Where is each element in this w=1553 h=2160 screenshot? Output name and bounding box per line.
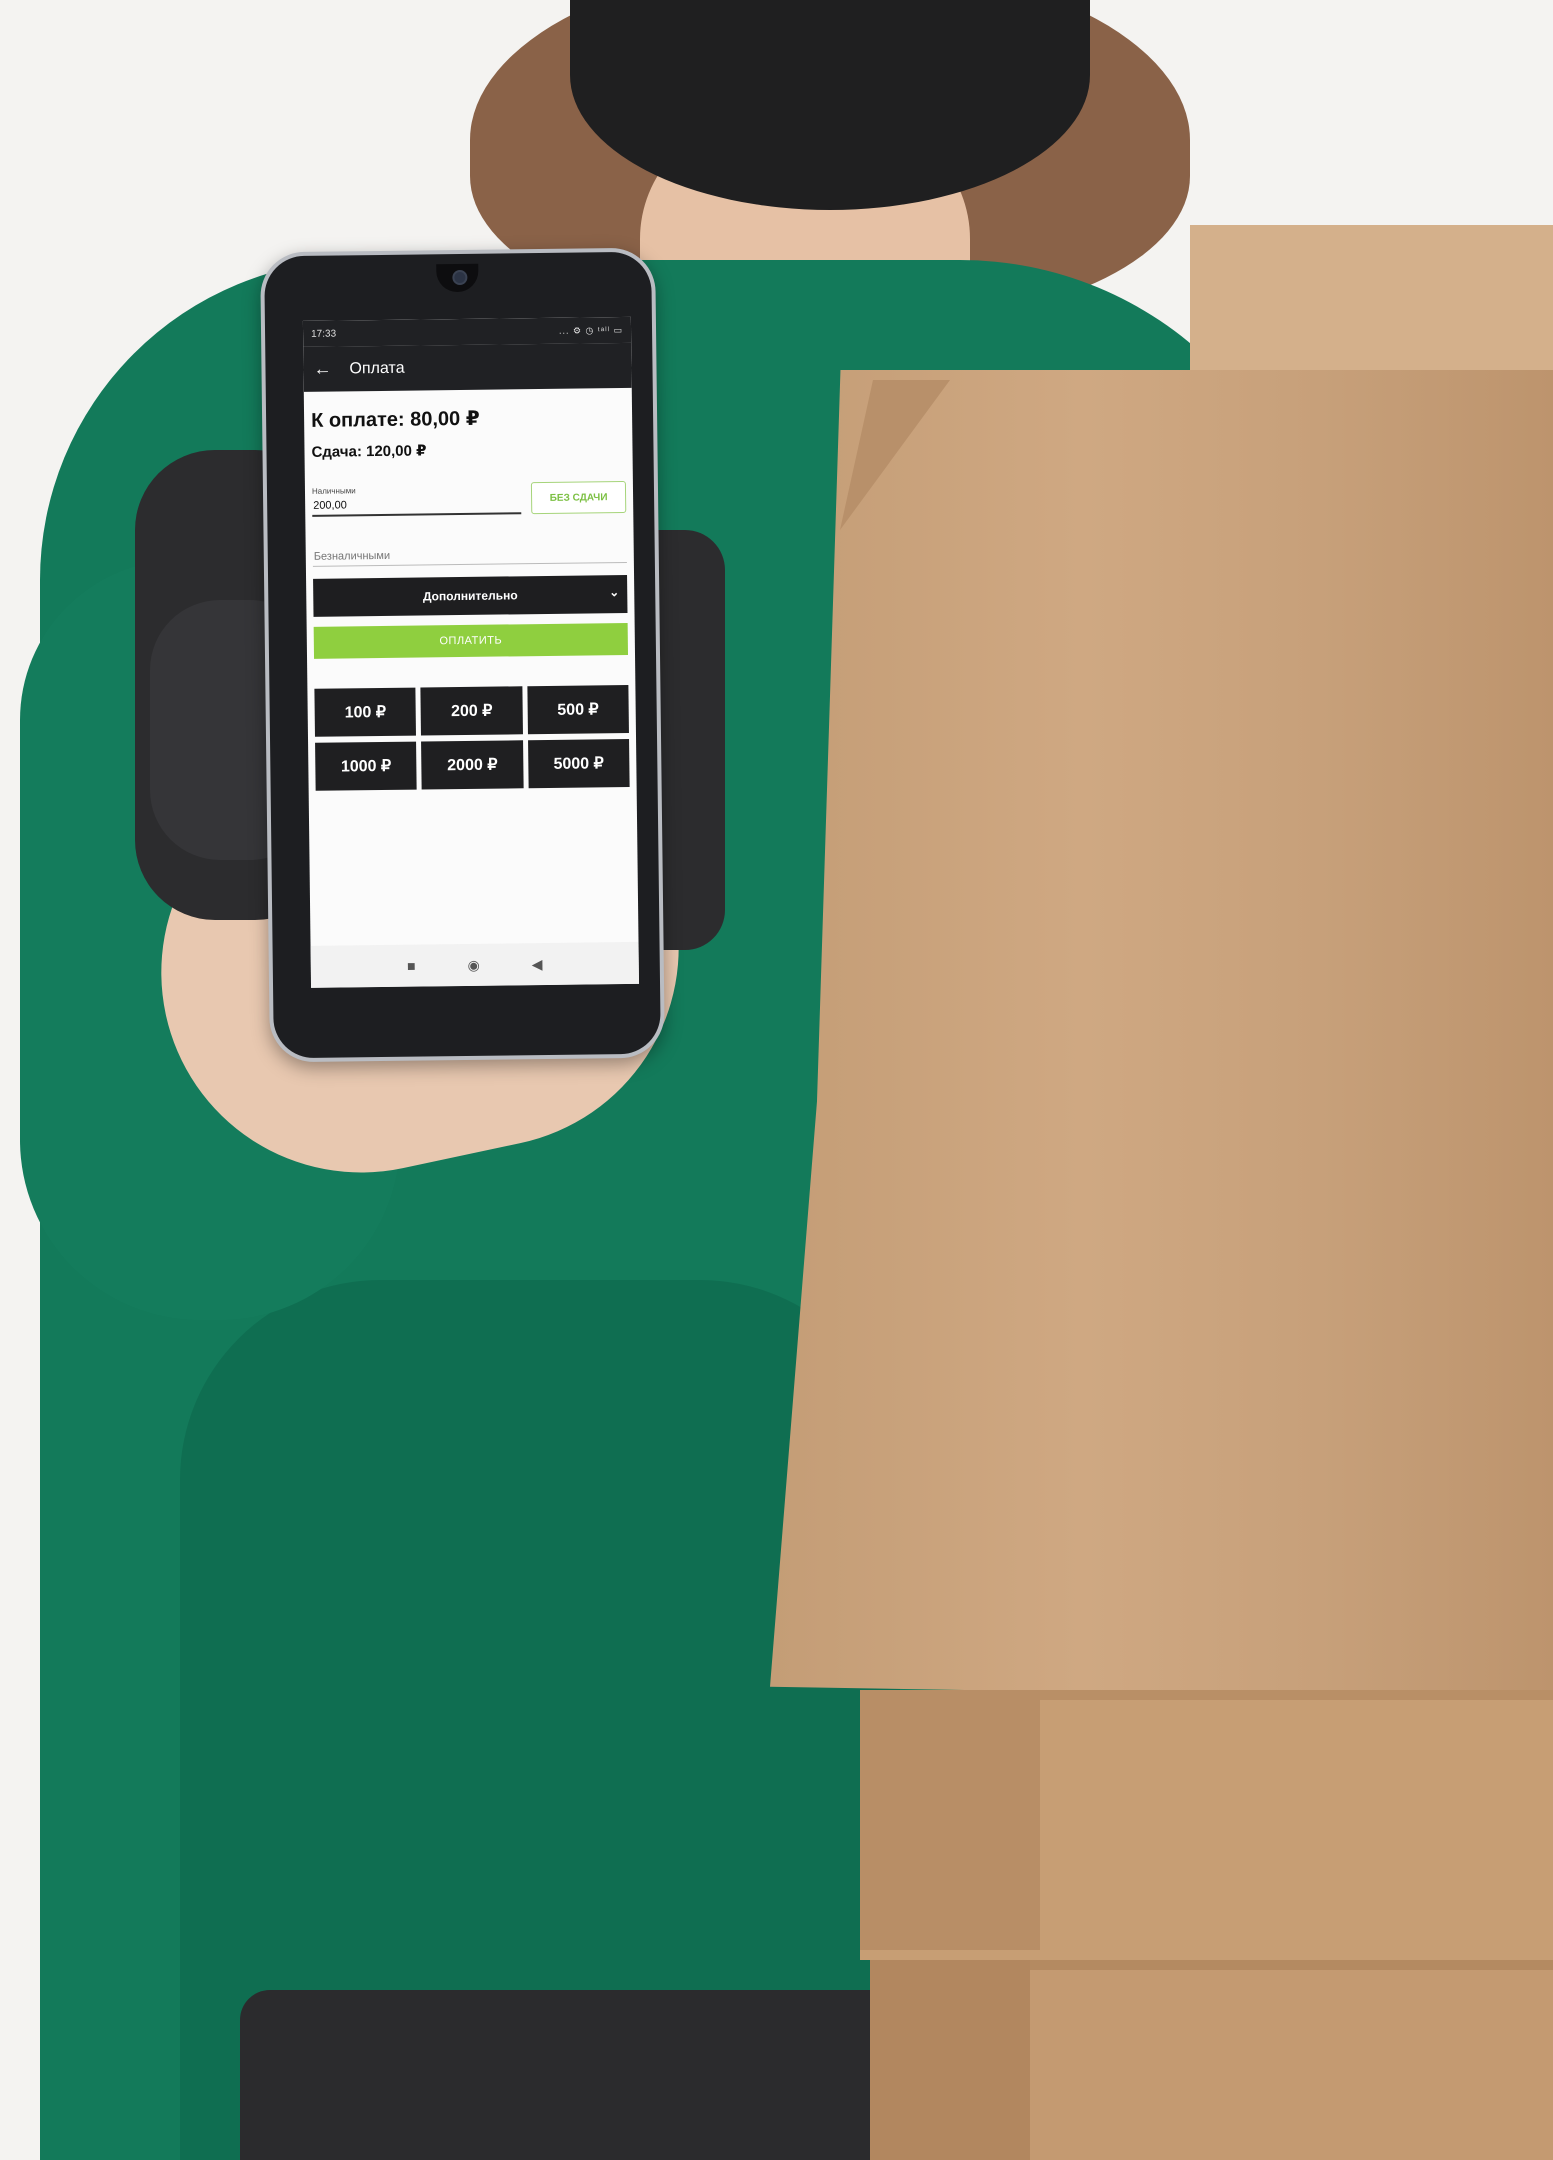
phone-notch xyxy=(436,263,479,293)
chevron-down-icon: ⌄ xyxy=(609,585,620,600)
system-nav-bar: ■ ◉ ◀ xyxy=(310,941,640,988)
quick-amount-grid: 100 ₽ 200 ₽ 500 ₽ 1000 ₽ 2000 ₽ 5000 ₽ xyxy=(314,684,630,791)
additional-label: Дополнительно xyxy=(422,588,518,604)
cashless-input[interactable] xyxy=(312,543,627,567)
amount-due: К оплате: 80,00 ₽ xyxy=(310,407,480,432)
arrow-left-icon[interactable]: ← xyxy=(313,358,349,379)
pizza-box-bottom-side xyxy=(870,1960,1030,2160)
home-icon[interactable]: ◉ xyxy=(467,956,479,973)
status-time: 17:33 xyxy=(310,328,337,340)
dark-pants xyxy=(240,1990,900,2160)
quick-amount-1000[interactable]: 1000 ₽ xyxy=(315,741,417,791)
background-photo xyxy=(0,0,1553,2160)
quick-amount-500[interactable]: 500 ₽ xyxy=(527,684,629,735)
phone-screen: 17:33 ... ⚙ ◷ ᵗᵃˡˡ ▭ ← Оплата К оплате: … xyxy=(302,316,640,988)
cash-field: Наличными xyxy=(312,484,522,517)
change-amount: Сдача: 120,00 ₽ xyxy=(311,442,427,461)
cash-row: Наличными БЕЗ СДАЧИ xyxy=(312,480,627,517)
status-icons: ... ⚙ ◷ ᵗᵃˡˡ ▭ xyxy=(558,324,624,336)
pay-button[interactable]: ОПЛАТИТЬ xyxy=(313,622,629,659)
recents-icon[interactable]: ■ xyxy=(407,958,416,974)
back-triangle-icon[interactable]: ◀ xyxy=(532,956,543,973)
no-change-button[interactable]: БЕЗ СДАЧИ xyxy=(530,480,627,515)
status-bar: 17:33 ... ⚙ ◷ ᵗᵃˡˡ ▭ xyxy=(302,316,632,347)
quick-amount-2000[interactable]: 2000 ₽ xyxy=(421,740,524,790)
paper-bag xyxy=(770,370,1553,1700)
page-title: Оплата xyxy=(349,359,405,377)
quick-amount-100[interactable]: 100 ₽ xyxy=(314,687,417,737)
app-bar: ← Оплата xyxy=(303,342,632,392)
additional-button[interactable]: Дополнительно ⌄ xyxy=(313,574,628,617)
front-camera-icon xyxy=(452,269,468,286)
smartphone: 17:33 ... ⚙ ◷ ᵗᵃˡˡ ▭ ← Оплата К оплате: … xyxy=(260,247,665,1063)
quick-amount-200[interactable]: 200 ₽ xyxy=(420,686,523,736)
cash-input[interactable] xyxy=(312,494,522,517)
pizza-box-top-side xyxy=(860,1690,1040,1950)
quick-amount-5000[interactable]: 5000 ₽ xyxy=(527,738,630,789)
payment-form: К оплате: 80,00 ₽ Сдача: 120,00 ₽ Наличн… xyxy=(304,388,637,791)
cashless-row xyxy=(312,543,627,567)
